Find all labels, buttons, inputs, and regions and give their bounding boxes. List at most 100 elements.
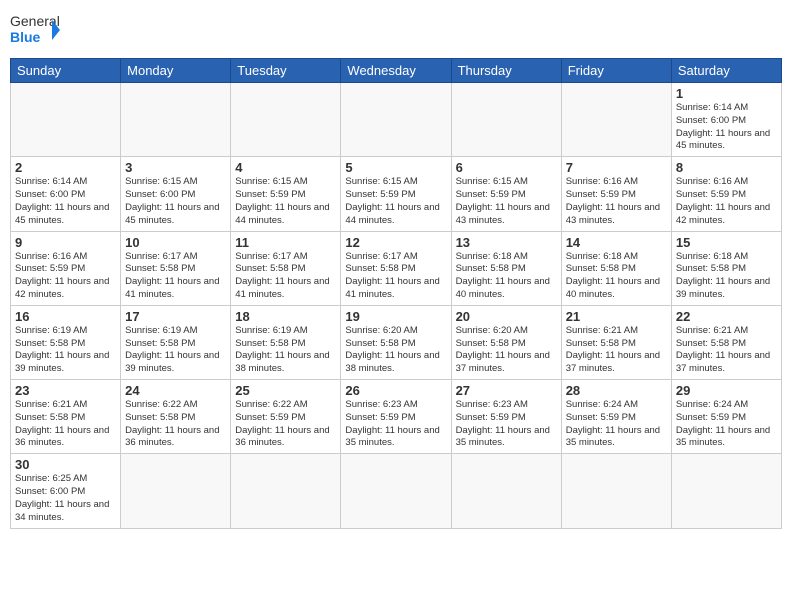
cell-details: Sunrise: 6:18 AM Sunset: 5:58 PM Dayligh… — [566, 251, 667, 302]
calendar-cell: 8Sunrise: 6:16 AM Sunset: 5:59 PM Daylig… — [671, 157, 781, 231]
cell-details: Sunrise: 6:15 AM Sunset: 5:59 PM Dayligh… — [235, 176, 336, 227]
calendar-cell — [121, 454, 231, 528]
calendar-cell: 9Sunrise: 6:16 AM Sunset: 5:59 PM Daylig… — [11, 231, 121, 305]
cell-details: Sunrise: 6:21 AM Sunset: 5:58 PM Dayligh… — [15, 399, 116, 450]
weekday-header-thursday: Thursday — [451, 59, 561, 83]
calendar-cell — [451, 83, 561, 157]
date-number: 15 — [676, 235, 777, 250]
logo: General Blue — [10, 10, 60, 50]
calendar-cell: 5Sunrise: 6:15 AM Sunset: 5:59 PM Daylig… — [341, 157, 451, 231]
cell-details: Sunrise: 6:18 AM Sunset: 5:58 PM Dayligh… — [456, 251, 557, 302]
calendar-week-1: 1Sunrise: 6:14 AM Sunset: 6:00 PM Daylig… — [11, 83, 782, 157]
calendar-cell — [671, 454, 781, 528]
calendar-cell: 25Sunrise: 6:22 AM Sunset: 5:59 PM Dayli… — [231, 380, 341, 454]
calendar-cell — [231, 454, 341, 528]
cell-details: Sunrise: 6:17 AM Sunset: 5:58 PM Dayligh… — [345, 251, 446, 302]
weekday-header-row: SundayMondayTuesdayWednesdayThursdayFrid… — [11, 59, 782, 83]
cell-details: Sunrise: 6:18 AM Sunset: 5:58 PM Dayligh… — [676, 251, 777, 302]
calendar-cell: 15Sunrise: 6:18 AM Sunset: 5:58 PM Dayli… — [671, 231, 781, 305]
cell-details: Sunrise: 6:24 AM Sunset: 5:59 PM Dayligh… — [566, 399, 667, 450]
cell-details: Sunrise: 6:22 AM Sunset: 5:59 PM Dayligh… — [235, 399, 336, 450]
calendar-cell: 28Sunrise: 6:24 AM Sunset: 5:59 PM Dayli… — [561, 380, 671, 454]
weekday-header-friday: Friday — [561, 59, 671, 83]
calendar-cell: 21Sunrise: 6:21 AM Sunset: 5:58 PM Dayli… — [561, 305, 671, 379]
cell-details: Sunrise: 6:17 AM Sunset: 5:58 PM Dayligh… — [235, 251, 336, 302]
date-number: 24 — [125, 383, 226, 398]
cell-details: Sunrise: 6:20 AM Sunset: 5:58 PM Dayligh… — [456, 325, 557, 376]
date-number: 23 — [15, 383, 116, 398]
date-number: 17 — [125, 309, 226, 324]
calendar-cell: 13Sunrise: 6:18 AM Sunset: 5:58 PM Dayli… — [451, 231, 561, 305]
date-number: 12 — [345, 235, 446, 250]
date-number: 6 — [456, 160, 557, 175]
calendar-cell: 24Sunrise: 6:22 AM Sunset: 5:58 PM Dayli… — [121, 380, 231, 454]
date-number: 8 — [676, 160, 777, 175]
cell-details: Sunrise: 6:19 AM Sunset: 5:58 PM Dayligh… — [15, 325, 116, 376]
calendar-cell: 27Sunrise: 6:23 AM Sunset: 5:59 PM Dayli… — [451, 380, 561, 454]
cell-details: Sunrise: 6:23 AM Sunset: 5:59 PM Dayligh… — [456, 399, 557, 450]
date-number: 29 — [676, 383, 777, 398]
calendar-cell: 3Sunrise: 6:15 AM Sunset: 6:00 PM Daylig… — [121, 157, 231, 231]
date-number: 11 — [235, 235, 336, 250]
calendar-cell: 22Sunrise: 6:21 AM Sunset: 5:58 PM Dayli… — [671, 305, 781, 379]
date-number: 5 — [345, 160, 446, 175]
cell-details: Sunrise: 6:15 AM Sunset: 5:59 PM Dayligh… — [456, 176, 557, 227]
calendar-cell: 2Sunrise: 6:14 AM Sunset: 6:00 PM Daylig… — [11, 157, 121, 231]
cell-details: Sunrise: 6:22 AM Sunset: 5:58 PM Dayligh… — [125, 399, 226, 450]
cell-details: Sunrise: 6:16 AM Sunset: 5:59 PM Dayligh… — [15, 251, 116, 302]
calendar-cell — [341, 83, 451, 157]
date-number: 22 — [676, 309, 777, 324]
date-number: 4 — [235, 160, 336, 175]
svg-text:Blue: Blue — [10, 29, 41, 45]
date-number: 28 — [566, 383, 667, 398]
cell-details: Sunrise: 6:25 AM Sunset: 6:00 PM Dayligh… — [15, 473, 116, 524]
date-number: 19 — [345, 309, 446, 324]
calendar-cell — [451, 454, 561, 528]
calendar-cell: 18Sunrise: 6:19 AM Sunset: 5:58 PM Dayli… — [231, 305, 341, 379]
date-number: 9 — [15, 235, 116, 250]
calendar-cell: 11Sunrise: 6:17 AM Sunset: 5:58 PM Dayli… — [231, 231, 341, 305]
cell-details: Sunrise: 6:15 AM Sunset: 6:00 PM Dayligh… — [125, 176, 226, 227]
calendar-week-6: 30Sunrise: 6:25 AM Sunset: 6:00 PM Dayli… — [11, 454, 782, 528]
calendar-week-5: 23Sunrise: 6:21 AM Sunset: 5:58 PM Dayli… — [11, 380, 782, 454]
weekday-header-sunday: Sunday — [11, 59, 121, 83]
calendar-cell: 29Sunrise: 6:24 AM Sunset: 5:59 PM Dayli… — [671, 380, 781, 454]
date-number: 2 — [15, 160, 116, 175]
calendar-cell — [231, 83, 341, 157]
calendar-week-2: 2Sunrise: 6:14 AM Sunset: 6:00 PM Daylig… — [11, 157, 782, 231]
cell-details: Sunrise: 6:15 AM Sunset: 5:59 PM Dayligh… — [345, 176, 446, 227]
calendar-cell: 20Sunrise: 6:20 AM Sunset: 5:58 PM Dayli… — [451, 305, 561, 379]
calendar-cell: 12Sunrise: 6:17 AM Sunset: 5:58 PM Dayli… — [341, 231, 451, 305]
weekday-header-saturday: Saturday — [671, 59, 781, 83]
calendar-table: SundayMondayTuesdayWednesdayThursdayFrid… — [10, 58, 782, 529]
calendar-cell — [11, 83, 121, 157]
date-number: 3 — [125, 160, 226, 175]
date-number: 10 — [125, 235, 226, 250]
date-number: 7 — [566, 160, 667, 175]
cell-details: Sunrise: 6:24 AM Sunset: 5:59 PM Dayligh… — [676, 399, 777, 450]
calendar-week-3: 9Sunrise: 6:16 AM Sunset: 5:59 PM Daylig… — [11, 231, 782, 305]
logo-svg: General Blue — [10, 10, 60, 50]
date-number: 1 — [676, 86, 777, 101]
weekday-header-monday: Monday — [121, 59, 231, 83]
date-number: 13 — [456, 235, 557, 250]
cell-details: Sunrise: 6:21 AM Sunset: 5:58 PM Dayligh… — [566, 325, 667, 376]
date-number: 27 — [456, 383, 557, 398]
header: General Blue — [10, 10, 782, 50]
calendar-cell: 14Sunrise: 6:18 AM Sunset: 5:58 PM Dayli… — [561, 231, 671, 305]
calendar-cell — [561, 454, 671, 528]
calendar-cell: 1Sunrise: 6:14 AM Sunset: 6:00 PM Daylig… — [671, 83, 781, 157]
cell-details: Sunrise: 6:14 AM Sunset: 6:00 PM Dayligh… — [676, 102, 777, 153]
calendar-cell: 26Sunrise: 6:23 AM Sunset: 5:59 PM Dayli… — [341, 380, 451, 454]
calendar-week-4: 16Sunrise: 6:19 AM Sunset: 5:58 PM Dayli… — [11, 305, 782, 379]
weekday-header-tuesday: Tuesday — [231, 59, 341, 83]
calendar-cell — [561, 83, 671, 157]
cell-details: Sunrise: 6:16 AM Sunset: 5:59 PM Dayligh… — [566, 176, 667, 227]
date-number: 25 — [235, 383, 336, 398]
date-number: 21 — [566, 309, 667, 324]
date-number: 20 — [456, 309, 557, 324]
cell-details: Sunrise: 6:14 AM Sunset: 6:00 PM Dayligh… — [15, 176, 116, 227]
cell-details: Sunrise: 6:20 AM Sunset: 5:58 PM Dayligh… — [345, 325, 446, 376]
calendar-cell: 7Sunrise: 6:16 AM Sunset: 5:59 PM Daylig… — [561, 157, 671, 231]
calendar-cell: 4Sunrise: 6:15 AM Sunset: 5:59 PM Daylig… — [231, 157, 341, 231]
